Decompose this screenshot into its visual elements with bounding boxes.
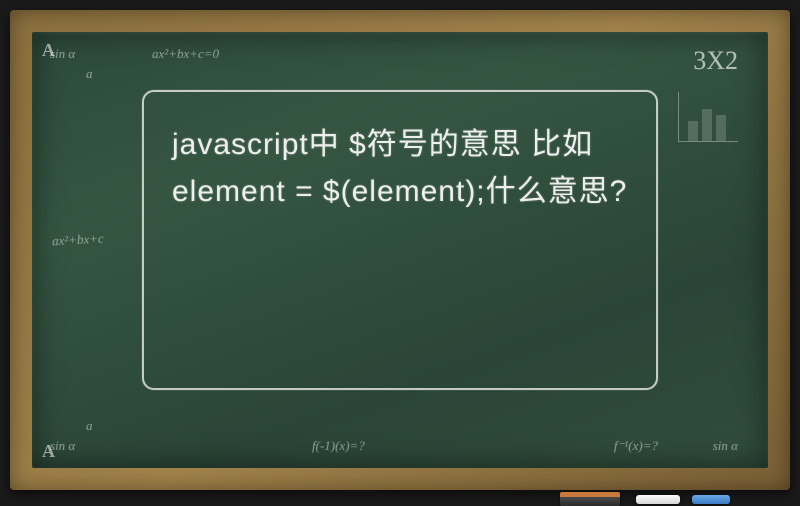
formula-decoration: f⁻¹(x)=? bbox=[614, 438, 658, 454]
question-text: javascript中 $符号的意思 比如element = $(element… bbox=[172, 122, 628, 215]
formula-decoration: 3X2 bbox=[693, 46, 738, 76]
formula-decoration: sin α bbox=[50, 438, 75, 454]
formula-decoration: a bbox=[86, 66, 93, 82]
question-container: javascript中 $符号的意思 比如element = $(element… bbox=[142, 90, 658, 390]
formula-decoration: f(-1)(x)=? bbox=[312, 438, 365, 454]
formula-decoration: a bbox=[86, 418, 93, 434]
eraser-prop bbox=[560, 492, 620, 506]
bar-chart-doodle bbox=[678, 92, 738, 142]
formula-decoration: ax²+bx+c=0 bbox=[152, 46, 219, 62]
formula-decoration: ax²+bx+c bbox=[52, 231, 105, 250]
chalkboard-frame: A sin α a ax²+bx+c=0 3X2 ax²+bx+c javasc… bbox=[10, 10, 790, 490]
formula-decoration: sin α bbox=[50, 46, 75, 62]
chalkboard-surface: A sin α a ax²+bx+c=0 3X2 ax²+bx+c javasc… bbox=[32, 32, 768, 468]
formula-decoration: sin α bbox=[713, 438, 738, 454]
